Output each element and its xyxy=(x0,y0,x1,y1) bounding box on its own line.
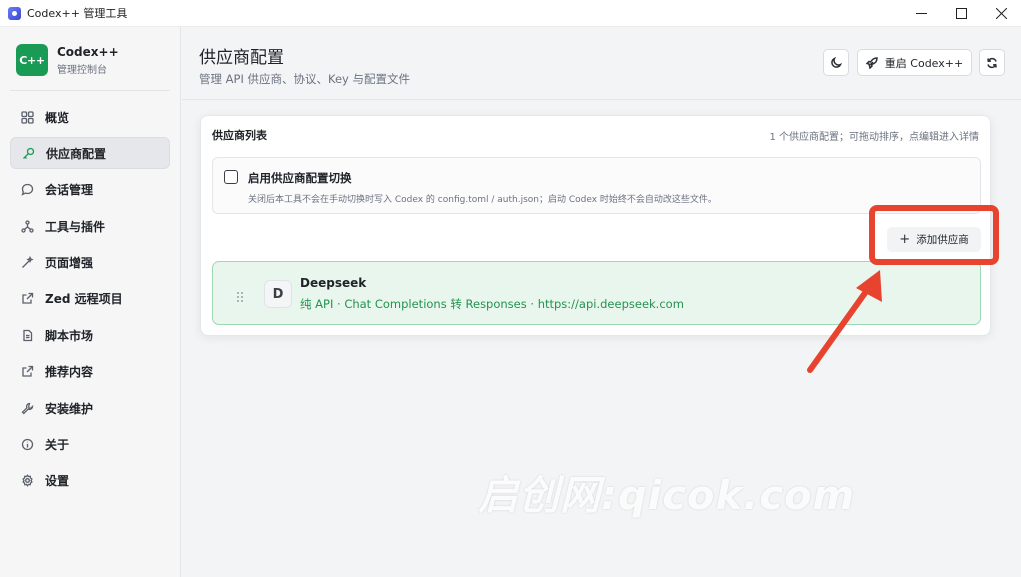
sidebar-item-settings[interactable]: 设置 xyxy=(10,465,170,497)
refresh-icon xyxy=(987,57,997,68)
annotation-arrow-icon xyxy=(807,270,882,373)
sidebar-item-label: 工具与插件 xyxy=(45,219,106,234)
sidebar-item-label: 设置 xyxy=(45,474,70,489)
restart-button-label: 重启 Codex++ xyxy=(884,56,964,70)
provider-switch-toggle: 启用供应商配置切换 关闭后本工具不会在手动切换时写入 Codex 的 confi… xyxy=(212,157,981,214)
title-bar: Codex++ 管理工具 xyxy=(0,0,1021,27)
sidebar-item-recommend[interactable]: 推荐内容 xyxy=(10,356,170,388)
close-icon xyxy=(995,8,1007,19)
gear-icon xyxy=(21,474,34,488)
plugin-icon xyxy=(21,220,34,233)
brand-name: Codex++ xyxy=(57,44,119,59)
window-title: Codex++ 管理工具 xyxy=(27,7,128,20)
rocket-icon xyxy=(865,56,878,69)
sidebar-item-label: Zed 远程项目 xyxy=(45,292,123,307)
provider-avatar: D xyxy=(264,280,292,308)
sidebar-item-label: 推荐内容 xyxy=(45,365,94,380)
sidebar-item-zed[interactable]: Zed 远程项目 xyxy=(10,283,170,315)
watermark: 启创网:qicok.com xyxy=(478,473,856,519)
divider xyxy=(10,90,170,91)
brand-logo: C++ xyxy=(16,44,48,76)
wrench-icon xyxy=(21,402,34,415)
divider xyxy=(182,99,1021,100)
app-icon xyxy=(8,6,21,20)
toggle-label: 启用供应商配置切换 xyxy=(248,171,352,185)
minimize-icon xyxy=(915,13,927,14)
restart-button[interactable]: 重启 Codex++ xyxy=(857,49,972,76)
sidebar-item-label: 安装维护 xyxy=(45,401,94,416)
sidebar-item-label: 会话管理 xyxy=(45,183,94,198)
sidebar-item-about[interactable]: 关于 xyxy=(10,429,170,461)
sidebar-item-label: 页面增强 xyxy=(45,256,94,271)
grid-icon xyxy=(21,110,34,124)
panel-hint: 1 个供应商配置；可拖动排序，点编辑进入详情 xyxy=(769,132,979,143)
brand-subtitle: 管理控制台 xyxy=(57,64,107,76)
drag-handle-icon[interactable] xyxy=(236,288,244,302)
moon-icon xyxy=(831,56,842,68)
minimize-button[interactable] xyxy=(901,0,941,27)
wand-icon xyxy=(21,256,34,269)
sidebar-item-scripts[interactable]: 脚本市场 xyxy=(10,319,170,351)
annotation-highlight-box xyxy=(869,205,999,265)
sidebar-item-providers[interactable]: 供应商配置 xyxy=(10,137,170,170)
info-icon xyxy=(21,438,34,451)
sidebar-item-tools[interactable]: 工具与插件 xyxy=(10,210,170,242)
maximize-button[interactable] xyxy=(941,0,981,27)
external-link-icon xyxy=(21,292,34,305)
page-title: 供应商配置 xyxy=(199,48,284,68)
sidebar-item-label: 概览 xyxy=(45,110,70,125)
key-icon xyxy=(22,147,35,160)
provider-detail: 纯 API · Chat Completions 转 Responses · h… xyxy=(300,297,684,311)
sidebar-item-enhance[interactable]: 页面增强 xyxy=(10,247,170,279)
external-link-icon xyxy=(21,365,34,378)
sidebar: C++ Codex++ 管理控制台 概览 供应商配置 会话管理 工具与插件 页面… xyxy=(0,27,181,577)
brand: C++ Codex++ 管理控制台 xyxy=(16,44,119,76)
sidebar-item-label: 脚本市场 xyxy=(45,328,94,343)
sidebar-item-label: 供应商配置 xyxy=(46,146,107,161)
maximize-icon xyxy=(955,8,967,19)
sidebar-item-sessions[interactable]: 会话管理 xyxy=(10,174,170,206)
window-controls xyxy=(901,0,1021,27)
sidebar-item-label: 关于 xyxy=(45,438,70,453)
refresh-button[interactable] xyxy=(979,49,1005,76)
script-icon xyxy=(21,329,34,342)
provider-name: Deepseek xyxy=(300,276,367,290)
sidebar-item-overview[interactable]: 概览 xyxy=(10,101,170,133)
theme-toggle-button[interactable] xyxy=(823,49,849,76)
chat-icon xyxy=(21,183,34,197)
close-button[interactable] xyxy=(981,0,1021,27)
provider-switch-checkbox[interactable] xyxy=(224,170,238,184)
panel-title: 供应商列表 xyxy=(212,129,267,142)
toggle-description: 关闭后本工具不会在手动切换时写入 Codex 的 config.toml / a… xyxy=(248,195,717,205)
sidebar-nav: 概览 供应商配置 会话管理 工具与插件 页面增强 Zed 远程项目 脚本市场 推… xyxy=(10,101,170,501)
sidebar-item-maintenance[interactable]: 安装维护 xyxy=(10,392,170,424)
page-subtitle: 管理 API 供应商、协议、Key 与配置文件 xyxy=(199,72,411,86)
